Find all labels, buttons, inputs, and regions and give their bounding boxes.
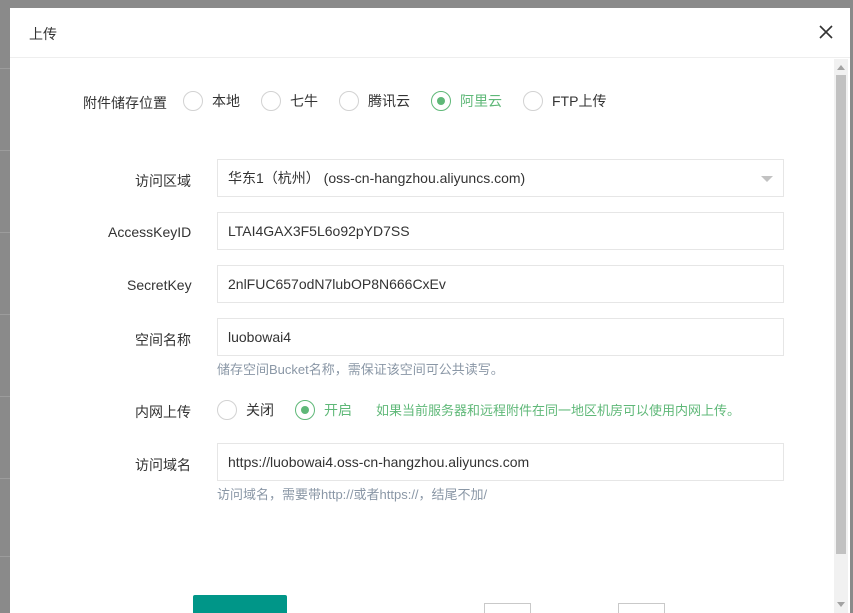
dialog-scrollbar[interactable] xyxy=(834,59,848,613)
dialog-title: 上传 xyxy=(29,26,57,42)
close-button[interactable] xyxy=(816,22,836,42)
chevron-down-icon xyxy=(761,176,773,182)
scrollbar-thumb[interactable] xyxy=(836,75,846,554)
radio-circle-icon xyxy=(523,91,543,111)
storage-option-tencent[interactable]: 腾讯云 xyxy=(339,91,410,111)
bucket-help-text: 储存空间Bucket名称，需保证该空间可公共读写。 xyxy=(217,362,504,377)
scroll-up-arrow-icon[interactable] xyxy=(837,65,845,70)
background-divider xyxy=(0,314,10,315)
close-icon xyxy=(819,25,833,39)
storage-option-qiniu[interactable]: 七牛 xyxy=(261,91,318,111)
dialog-body: 附件储存位置 本地 七牛 腾讯云 阿里云 FTP上传 访问区域 华东1（杭州） … xyxy=(10,59,832,613)
radio-circle-icon xyxy=(261,91,281,111)
intranet-upload-tip: 如果当前服务器和远程附件在同一地区机房可以使用内网上传。 xyxy=(376,403,741,418)
access-key-id-input[interactable]: LTAI4GAX3F5L6o92pYD7SS xyxy=(217,212,784,250)
region-selected-value: 华东1（杭州） (oss-cn-hangzhou.aliyuncs.com) xyxy=(228,170,526,186)
storage-option-aliyun[interactable]: 阿里云 xyxy=(431,91,502,111)
region-label: 访问区域 xyxy=(135,173,191,189)
background-button xyxy=(484,603,531,613)
radio-checked-icon xyxy=(431,91,451,111)
radio-circle-icon xyxy=(217,400,237,420)
background-divider xyxy=(0,556,10,557)
domain-input[interactable]: https://luobowai4.oss-cn-hangzhou.aliyun… xyxy=(217,443,784,481)
domain-label: 访问域名 xyxy=(135,457,191,473)
radio-checked-icon xyxy=(295,400,315,420)
background-button xyxy=(618,603,665,613)
submit-button[interactable] xyxy=(193,595,287,613)
intranet-option-off[interactable]: 关闭 xyxy=(217,400,274,420)
secret-key-label: SecretKey xyxy=(127,277,192,293)
domain-help-text: 访问域名，需要带http://或者https://，结尾不加/ xyxy=(217,487,488,502)
storage-option-ftp[interactable]: FTP上传 xyxy=(523,91,606,111)
background-divider xyxy=(0,396,10,397)
radio-circle-icon xyxy=(339,91,359,111)
upload-settings-dialog: 上传 附件储存位置 本地 七牛 腾讯云 阿里云 FTP上传 访问区域 华东1（杭… xyxy=(10,8,850,613)
storage-location-label: 附件储存位置 xyxy=(83,95,167,111)
background-divider xyxy=(0,68,10,69)
background-divider xyxy=(0,478,10,479)
background-divider xyxy=(0,150,10,151)
bucket-label: 空间名称 xyxy=(135,332,191,348)
background-divider xyxy=(0,232,10,233)
intranet-upload-label: 内网上传 xyxy=(135,404,191,420)
access-key-id-label: AccessKeyID xyxy=(108,224,192,240)
region-select[interactable]: 华东1（杭州） (oss-cn-hangzhou.aliyuncs.com) xyxy=(217,159,784,197)
intranet-option-on[interactable]: 开启 xyxy=(295,400,352,420)
secret-key-input[interactable]: 2nlFUC657odN7lubOP8N666CxEv xyxy=(217,265,784,303)
radio-circle-icon xyxy=(183,91,203,111)
bucket-input[interactable]: luobowai4 xyxy=(217,318,784,356)
scroll-down-arrow-icon[interactable] xyxy=(837,602,845,607)
storage-option-local[interactable]: 本地 xyxy=(183,91,240,111)
dialog-header: 上传 xyxy=(10,8,850,58)
